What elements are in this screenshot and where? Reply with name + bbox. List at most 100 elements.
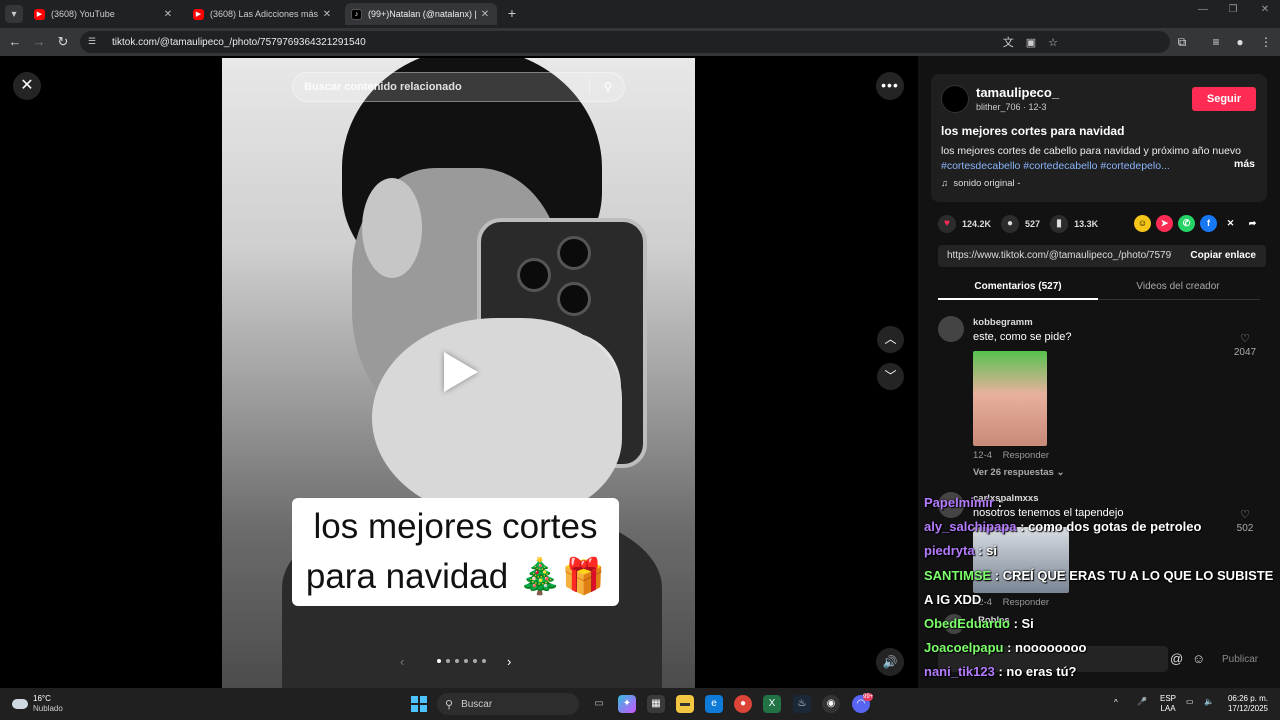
slide-dot[interactable] (455, 659, 459, 663)
weather-widget[interactable]: 16°C Nublado (12, 694, 63, 714)
tiktok-icon: ♪ (351, 8, 362, 20)
obs-icon[interactable]: ◉ (822, 695, 840, 713)
follow-button[interactable]: Seguir (1192, 87, 1256, 111)
back-arrow-icon[interactable]: ← (7, 34, 23, 50)
file-explorer-icon[interactable]: ▬ (676, 695, 694, 713)
comment-image[interactable] (973, 351, 1047, 446)
chat-username[interactable]: Papelmimir (924, 495, 994, 510)
show-more-button[interactable]: más (1234, 158, 1255, 170)
chat-message: Joacoelpapu : noooooooo (924, 639, 1280, 657)
tab-search-button[interactable]: ▾ (5, 5, 23, 23)
chat-username[interactable]: Joacoelpapu (924, 640, 1003, 655)
microphone-icon[interactable]: 🎤 (1137, 697, 1147, 707)
comment-like[interactable]: ♡ 2047 (1230, 332, 1260, 358)
slide-dot[interactable] (482, 659, 486, 663)
volume-icon[interactable]: 🔊 (876, 648, 904, 676)
copilot-icon[interactable]: ✦ (618, 695, 636, 713)
related-search-input[interactable]: Buscar contenido relacionado ⚲ (292, 72, 625, 102)
facebook-icon[interactable]: f (1200, 215, 1217, 232)
new-tab-button[interactable]: + (505, 5, 519, 21)
next-slide-icon[interactable]: › (507, 654, 511, 669)
slide-dot[interactable] (464, 659, 468, 663)
chat-text: si (986, 543, 997, 559)
play-icon[interactable] (444, 352, 478, 392)
commenter-avatar[interactable] (938, 316, 964, 342)
taskbar-search[interactable]: ⚲ Buscar (437, 693, 579, 715)
close-viewer-button[interactable]: ✕ (13, 72, 41, 100)
copy-link-button[interactable]: Copiar enlace (1190, 245, 1256, 267)
slide-dot[interactable] (437, 659, 441, 663)
heart-icon[interactable]: ♥ (938, 215, 956, 233)
browser-tab-adicciones[interactable]: ▶ (3608) Las Adicciones más Perturbadora… (187, 3, 339, 25)
profile-avatar-icon[interactable]: ● (1232, 34, 1248, 50)
photo-camera-lens (557, 236, 591, 270)
address-bar-url[interactable]: tiktok.com/@tamaulipeco_/photo/757976936… (112, 37, 366, 48)
slide-dot[interactable] (446, 659, 450, 663)
extensions-icon[interactable]: ⧉ (1174, 34, 1190, 50)
excel-icon[interactable]: X (763, 695, 781, 713)
forward-arrow-icon[interactable]: → (31, 34, 47, 50)
steam-icon[interactable]: ♨ (793, 695, 811, 713)
search-icon[interactable]: ⚲ (598, 80, 618, 94)
browser-tab-youtube[interactable]: ▶ (3608) YouTube ✕ (28, 3, 180, 25)
slide-dot[interactable] (473, 659, 477, 663)
previous-slide-icon[interactable]: ‹ (400, 654, 404, 669)
show-hidden-icons-chevron[interactable]: ^ (1114, 698, 1118, 708)
chat-username[interactable]: ObedEduardo (924, 616, 1010, 631)
next-post-button[interactable]: ﹀ (877, 363, 904, 390)
sound-name[interactable]: sonido original - (953, 178, 1020, 189)
tab-comments[interactable]: Comentarios (527) (938, 281, 1098, 292)
tab-creator-videos[interactable]: Videos del creador (1098, 281, 1258, 292)
chrome-icon[interactable]: ● (734, 695, 752, 713)
bookmark-star-icon[interactable]: ☆ (1048, 36, 1058, 49)
share-arrow-icon[interactable]: ➦ (1244, 215, 1261, 232)
close-tab-icon[interactable]: ✕ (479, 9, 491, 20)
view-replies-label[interactable]: Ver 26 respuestas (973, 467, 1054, 478)
creator-username[interactable]: tamaulipeco_ (976, 85, 1059, 100)
language-indicator[interactable]: ESP LAA (1160, 694, 1176, 714)
more-options-button[interactable]: ••• (876, 72, 904, 100)
chat-username[interactable]: nani_tik123 (924, 664, 995, 679)
emoji-share-icon[interactable]: ☺ (1134, 215, 1151, 232)
minimize-window-button[interactable]: — (1190, 4, 1216, 15)
send-to-friends-icon[interactable]: ➤ (1156, 215, 1173, 232)
chat-username[interactable]: aly_salchipapa (924, 519, 1017, 534)
heart-outline-icon[interactable]: ♡ (1240, 333, 1250, 345)
reload-icon[interactable]: ↻ (55, 34, 71, 50)
browser-tab-tiktok[interactable]: ♪ (99+)Natalan (@natalanx) | TikTok ✕ (345, 3, 497, 25)
creator-avatar[interactable] (941, 85, 969, 113)
clock[interactable]: 06:26 p. m. 17/12/2025 (1224, 694, 1268, 714)
chat-username[interactable]: piedryta (924, 543, 975, 558)
reply-button[interactable]: Responder (1003, 450, 1049, 461)
whatsapp-icon[interactable]: ✆ (1178, 215, 1195, 232)
site-info-icon[interactable]: ☰ (88, 36, 102, 48)
cast-icon[interactable]: ▣ (1026, 36, 1036, 49)
x-twitter-icon[interactable]: ✕ (1222, 215, 1239, 232)
photo-camera-lens (557, 282, 591, 316)
hashtag-links[interactable]: #cortesdecabello #cortedecabello #corted… (941, 159, 1257, 174)
close-window-button[interactable]: ✕ (1252, 4, 1278, 15)
photo-hand-shape (372, 318, 622, 518)
maximize-window-button[interactable]: ❐ (1220, 4, 1246, 15)
translate-icon[interactable]: 文 (1003, 34, 1014, 50)
view-replies-button[interactable]: Ver 26 respuestas ⌄ (973, 467, 1064, 478)
chat-username[interactable]: SANTIMSE (924, 568, 991, 583)
network-icon[interactable]: ▭ (1186, 697, 1194, 707)
close-tab-icon[interactable]: ✕ (162, 9, 174, 20)
commenter-name[interactable]: kobbegramm (973, 317, 1033, 328)
reading-list-icon[interactable]: ≡ (1208, 34, 1224, 50)
bookmark-icon[interactable]: ▮ (1050, 215, 1069, 233)
share-link-url[interactable]: https://www.tiktok.com/@tamaulipeco_/pho… (947, 245, 1172, 267)
task-view-icon[interactable]: ▭ (590, 695, 608, 713)
close-tab-icon[interactable]: ✕ (321, 9, 333, 20)
address-bar[interactable]: ☰ tiktok.com/@tamaulipeco_/photo/7579769… (80, 31, 1170, 53)
sound-link[interactable]: ♫ sonido original - (941, 178, 1020, 189)
browser-menu-icon[interactable]: ⋮ (1258, 34, 1274, 50)
speaker-icon[interactable]: 🔈 (1204, 697, 1214, 707)
comment-icon[interactable]: ● (1001, 215, 1020, 233)
previous-post-button[interactable]: ︿ (877, 326, 904, 353)
chat-message: Papelmimir : (924, 494, 1280, 512)
store-icon[interactable]: ▦ (647, 695, 665, 713)
edge-icon[interactable]: e (705, 695, 723, 713)
windows-start-icon[interactable] (411, 696, 427, 712)
